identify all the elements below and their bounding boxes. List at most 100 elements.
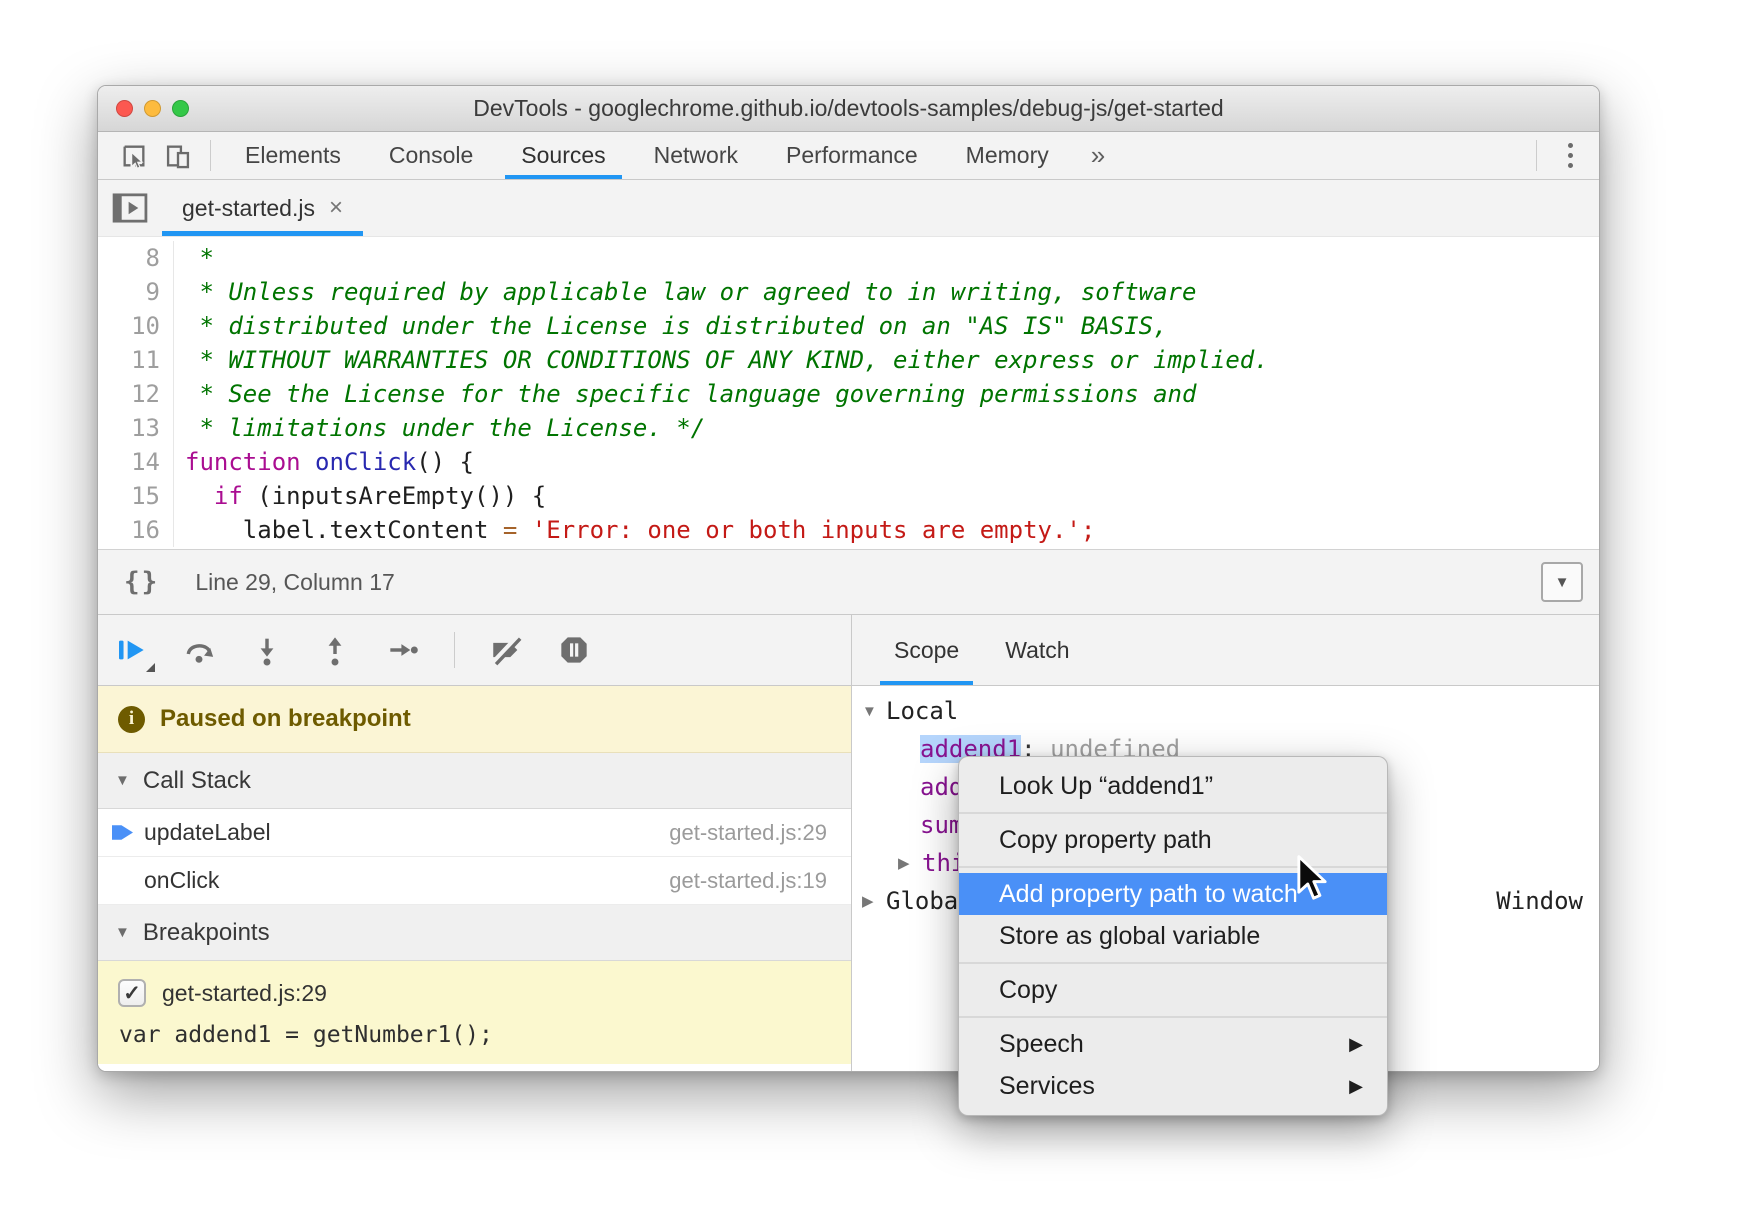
frame-location: get-started.js:29 bbox=[669, 820, 827, 846]
expand-panel-button[interactable]: ▼ bbox=[1541, 562, 1583, 602]
tab-label: Network bbox=[654, 142, 738, 169]
step-out-icon bbox=[319, 634, 351, 666]
tab-watch[interactable]: Watch bbox=[989, 615, 1085, 685]
zoom-window-button[interactable] bbox=[172, 100, 189, 117]
editor-line[interactable]: 15 if (inputsAreEmpty()) { bbox=[98, 479, 1599, 513]
step-into-button[interactable] bbox=[250, 633, 284, 667]
breakpoint-location: get-started.js:29 bbox=[162, 980, 327, 1007]
tab-elements[interactable]: Elements bbox=[221, 132, 365, 179]
tab-sources[interactable]: Sources bbox=[497, 132, 629, 179]
active-tab-underline bbox=[505, 175, 621, 179]
menu-separator bbox=[959, 962, 1387, 964]
deactivate-breakpoints-icon bbox=[489, 633, 523, 667]
menu-separator bbox=[959, 1016, 1387, 1018]
file-tab-bar: get-started.js × bbox=[98, 180, 1599, 237]
editor-line[interactable]: 8 * bbox=[98, 241, 1599, 275]
tab-scope[interactable]: Scope bbox=[878, 615, 975, 685]
line-number[interactable]: 12 bbox=[98, 377, 174, 411]
code-text: function onClick() { bbox=[174, 445, 474, 479]
line-number[interactable]: 16 bbox=[98, 513, 174, 547]
inspect-icon bbox=[120, 142, 148, 170]
resume-button[interactable] bbox=[114, 633, 148, 667]
file-tab-label: get-started.js bbox=[182, 195, 315, 222]
line-number[interactable]: 15 bbox=[98, 479, 174, 513]
inspect-element-button[interactable] bbox=[112, 132, 156, 179]
step-over-icon bbox=[183, 634, 215, 666]
pause-on-exceptions-button[interactable] bbox=[557, 633, 591, 667]
menu-item-speech[interactable]: Speech▶ bbox=[959, 1023, 1387, 1065]
breakpoint-checkbox[interactable]: ✓ bbox=[118, 979, 146, 1007]
menu-item-store-as-global-variable[interactable]: Store as global variable bbox=[959, 915, 1387, 957]
more-panels-button[interactable]: » bbox=[1073, 132, 1123, 179]
line-number[interactable]: 13 bbox=[98, 411, 174, 445]
disclosure-triangle-icon[interactable]: ▶ bbox=[898, 854, 922, 872]
editor-line[interactable]: 14function onClick() { bbox=[98, 445, 1599, 479]
step-button[interactable] bbox=[386, 633, 420, 667]
code-text: if (inputsAreEmpty()) { bbox=[174, 479, 546, 513]
line-number[interactable]: 11 bbox=[98, 343, 174, 377]
call-stack-frame[interactable]: updateLabelget-started.js:29 bbox=[98, 809, 851, 857]
tab-label: Watch bbox=[1005, 637, 1069, 664]
line-number[interactable]: 14 bbox=[98, 445, 174, 479]
breakpoints-title: Breakpoints bbox=[143, 919, 270, 947]
line-number[interactable]: 9 bbox=[98, 275, 174, 309]
minimize-window-button[interactable] bbox=[144, 100, 161, 117]
close-window-button[interactable] bbox=[116, 100, 133, 117]
pretty-print-button[interactable]: {} bbox=[124, 567, 159, 597]
disclosure-triangle-icon[interactable]: ▶ bbox=[862, 892, 886, 910]
toggle-device-toolbar-button[interactable] bbox=[156, 132, 200, 179]
code-token: * See the License for the specific langu… bbox=[185, 380, 1196, 408]
call-stack-frame[interactable]: onClickget-started.js:19 bbox=[98, 857, 851, 905]
code-token: if bbox=[214, 482, 243, 510]
window-title: DevTools - googlechrome.github.io/devtoo… bbox=[473, 95, 1223, 122]
devtools-menu-button[interactable] bbox=[1547, 132, 1593, 179]
show-navigator-button[interactable] bbox=[98, 180, 162, 236]
menu-item-services[interactable]: Services▶ bbox=[959, 1065, 1387, 1107]
paused-banner: i Paused on breakpoint bbox=[98, 686, 851, 753]
code-text: * WITHOUT WARRANTIES OR CONDITIONS OF AN… bbox=[174, 343, 1269, 377]
breakpoint-entry[interactable]: ✓ get-started.js:29 var addend1 = getNumbe… bbox=[98, 961, 851, 1064]
breakpoints-list: ✓ get-started.js:29 var addend1 = getNumbe… bbox=[98, 961, 851, 1064]
context-menu: Look Up “addend1”Copy property pathAdd p… bbox=[958, 756, 1388, 1116]
code-editor[interactable]: 8 *9 * Unless required by applicable law… bbox=[98, 237, 1599, 549]
tab-label: Elements bbox=[245, 142, 341, 169]
tab-network[interactable]: Network bbox=[630, 132, 762, 179]
step-out-button[interactable] bbox=[318, 633, 352, 667]
triangle-down-icon: ▼ bbox=[115, 772, 130, 789]
close-tab-button[interactable]: × bbox=[329, 196, 343, 220]
call-stack-header[interactable]: ▼ Call Stack bbox=[98, 753, 851, 809]
breakpoint-code: var addend1 = getNumber1(); bbox=[98, 1022, 851, 1048]
breakpoints-header[interactable]: ▼ Breakpoints bbox=[98, 905, 851, 961]
editor-line[interactable]: 16 label.textContent = 'Error: one or bo… bbox=[98, 513, 1599, 547]
code-token: * limitations under the License. */ bbox=[185, 414, 705, 442]
scope-tabs: Scope Watch bbox=[852, 615, 1599, 686]
tab-memory[interactable]: Memory bbox=[942, 132, 1073, 179]
toolbar-divider-right bbox=[1536, 140, 1537, 171]
file-tab-get-started[interactable]: get-started.js × bbox=[162, 180, 363, 236]
scope-section-row[interactable]: ▼Local bbox=[852, 692, 1599, 730]
editor-line[interactable]: 12 * See the License for the specific la… bbox=[98, 377, 1599, 411]
editor-line[interactable]: 13 * limitations under the License. */ bbox=[98, 411, 1599, 445]
step-over-button[interactable] bbox=[182, 633, 216, 667]
resume-menu-indicator bbox=[146, 663, 155, 672]
editor-line[interactable]: 9 * Unless required by applicable law or… bbox=[98, 275, 1599, 309]
disclosure-triangle-icon[interactable]: ▼ bbox=[862, 703, 886, 720]
menu-item-look-up-addend1[interactable]: Look Up “addend1” bbox=[959, 765, 1387, 807]
window-titlebar[interactable]: DevTools - googlechrome.github.io/devtoo… bbox=[98, 86, 1599, 132]
deactivate-breakpoints-button[interactable] bbox=[489, 633, 523, 667]
tab-performance[interactable]: Performance bbox=[762, 132, 942, 179]
chevron-double-icon: » bbox=[1091, 140, 1105, 171]
property-name: sum bbox=[920, 811, 963, 839]
menu-item-copy[interactable]: Copy bbox=[959, 969, 1387, 1011]
code-token: * bbox=[185, 244, 214, 272]
line-number[interactable]: 10 bbox=[98, 309, 174, 343]
code-token: 'Error: one or both inputs are empty.'; bbox=[532, 516, 1096, 544]
tab-console[interactable]: Console bbox=[365, 132, 497, 179]
editor-line[interactable]: 10 * distributed under the License is di… bbox=[98, 309, 1599, 343]
kebab-icon bbox=[1568, 143, 1573, 148]
editor-line[interactable]: 11 * WITHOUT WARRANTIES OR CONDITIONS OF… bbox=[98, 343, 1599, 377]
line-number[interactable]: 8 bbox=[98, 241, 174, 275]
code-token: (inputsAreEmpty()) { bbox=[243, 482, 546, 510]
code-text: * See the License for the specific langu… bbox=[174, 377, 1196, 411]
main-toolbar: Elements ConsoleSources Network Performance… bbox=[98, 132, 1599, 180]
